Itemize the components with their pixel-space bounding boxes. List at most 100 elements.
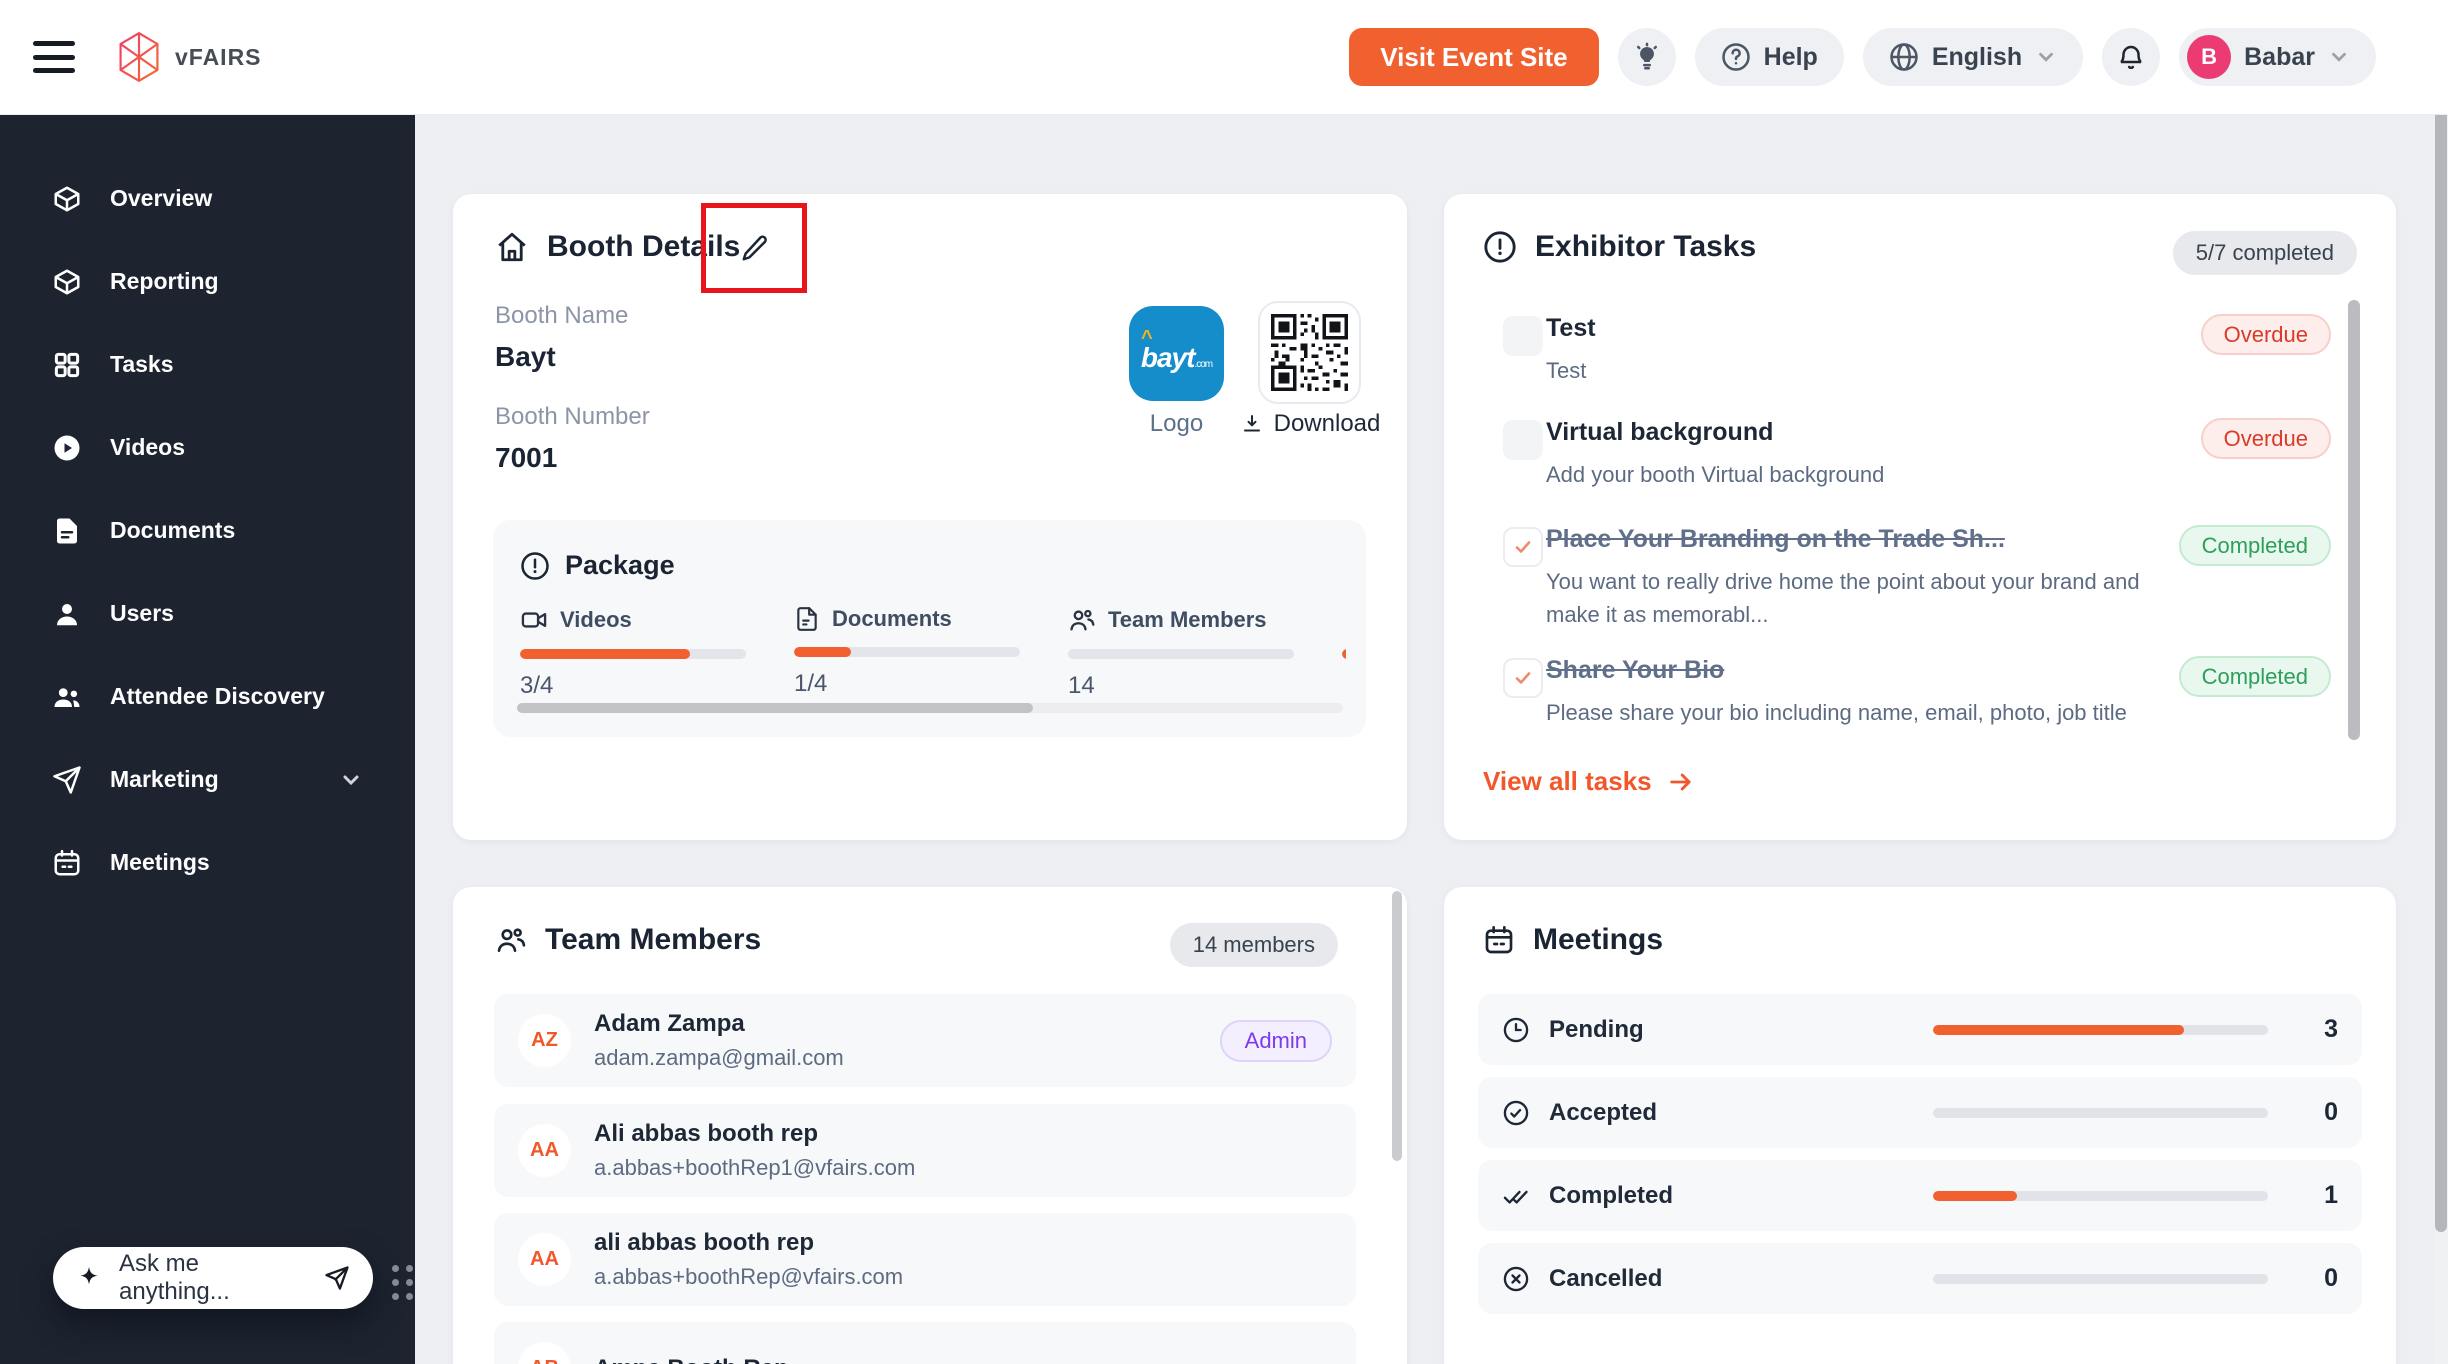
sidebar-item-overview[interactable]: Overview — [0, 157, 415, 240]
sidebar-item-label: Attendee Discovery — [110, 683, 325, 709]
view-all-tasks-link[interactable]: View all tasks — [1483, 766, 1695, 797]
sidebar-item-reporting[interactable]: Reporting — [0, 240, 415, 323]
member-avatar: AZ — [518, 1014, 571, 1067]
clock-icon — [1503, 1017, 1529, 1042]
team-member-row: AZ Adam Zampa adam.zampa@gmail.com Admin — [494, 994, 1356, 1087]
meetings-title: Meetings — [1483, 923, 1663, 957]
progress-bar — [794, 647, 1020, 657]
task-status-badge: Overdue — [2200, 418, 2331, 459]
member-name: Ali abbas booth rep — [594, 1120, 819, 1147]
task-description: Test — [1546, 358, 1587, 383]
task-description: Add your booth Virtual background — [1546, 462, 1885, 487]
progress-bar — [1342, 649, 1346, 659]
team-count-badge: 14 members — [1169, 923, 1338, 967]
user-name: Babar — [2244, 42, 2315, 71]
package-item-label: Team Members — [1108, 607, 1267, 632]
alert-circle-icon — [521, 551, 549, 580]
package-item-label: Videos — [560, 607, 632, 632]
qr-code-image — [1271, 314, 1348, 391]
check-icon — [1515, 672, 1531, 684]
sidebar-item-videos[interactable]: Videos — [0, 406, 415, 489]
meeting-status-row: Pending 3 — [1478, 994, 2362, 1065]
team-title-text: Team Members — [545, 923, 762, 956]
task-checkbox[interactable] — [1503, 658, 1543, 698]
package-item-value: 14 — [1068, 672, 1095, 699]
meeting-status-label: Cancelled — [1549, 1264, 1663, 1292]
meeting-status-label: Accepted — [1549, 1098, 1658, 1126]
ask-placeholder: Ask me anything... — [119, 1250, 230, 1305]
home-icon — [498, 232, 526, 262]
team-scrollbar[interactable] — [1392, 891, 1402, 1161]
booth-number-field: Booth Number 7001 — [495, 403, 650, 474]
task-status-badge: Completed — [2178, 656, 2331, 697]
member-email: adam.zampa@gmail.com — [594, 1045, 844, 1070]
notifications-button[interactable] — [2102, 28, 2161, 86]
sidebar-item-meetings[interactable]: Meetings — [0, 821, 415, 904]
language-selector[interactable]: English — [1862, 28, 2084, 86]
calendar-icon — [54, 849, 80, 875]
play-circle-icon — [54, 435, 80, 460]
task-description: Please share your bio including name, em… — [1546, 700, 2127, 725]
task-checkbox[interactable] — [1503, 316, 1543, 356]
brand-name: vFAIRS — [175, 43, 262, 70]
member-name: ali abbas booth rep — [594, 1229, 815, 1256]
view-all-label: View all tasks — [1483, 766, 1652, 796]
language-label: English — [1931, 42, 2023, 71]
visit-event-site-button[interactable]: Visit Event Site — [1349, 28, 1599, 86]
task-row: Place Your Branding on the Trade Sh... Y… — [1503, 525, 2331, 631]
package-item-value: 1/4 — [794, 670, 828, 697]
task-checkbox[interactable] — [1503, 527, 1543, 567]
meeting-status-row: Cancelled 0 — [1478, 1243, 2362, 1314]
hamburger-menu-icon[interactable] — [33, 41, 75, 73]
task-row: Share Your Bio Please share your bio inc… — [1503, 656, 2331, 729]
progress-bar — [1933, 1273, 2268, 1284]
chevron-down-icon — [343, 775, 359, 785]
page-scrollbar[interactable] — [2434, 0, 2448, 1364]
meeting-status-row: Completed 1 — [1478, 1160, 2362, 1231]
ask-me-anything-input[interactable]: Ask me anything... — [53, 1247, 373, 1309]
sidebar-item-attendee-discovery[interactable]: Attendee Discovery — [0, 655, 415, 738]
team-member-row: AB Amna Booth Rep — [494, 1322, 1356, 1364]
document-icon — [57, 518, 77, 543]
member-email: a.abbas+boothRep1@vfairs.com — [594, 1155, 916, 1180]
x-circle-icon — [1503, 1266, 1529, 1291]
user-menu[interactable]: B Babar — [2179, 28, 2376, 86]
team-members-title: Team Members — [495, 923, 761, 957]
grid-icon — [54, 352, 80, 377]
users-icon — [1070, 609, 1095, 631]
task-checkbox[interactable] — [1503, 420, 1543, 460]
member-avatar: AB — [518, 1342, 571, 1364]
tasks-scrollbar[interactable] — [2348, 300, 2360, 740]
sidebar-nav: Overview Reporting Tasks Videos Document… — [0, 115, 415, 904]
video-camera-icon — [521, 612, 547, 628]
package-horizontal-scrollbar[interactable] — [517, 703, 1343, 713]
logo-caption: Logo — [1149, 410, 1204, 437]
annotation-highlight-box — [701, 203, 807, 293]
meeting-status-label: Pending — [1549, 1015, 1644, 1043]
team-member-row: AA ali abbas booth rep a.abbas+boothRep@… — [494, 1213, 1356, 1306]
send-icon[interactable] — [323, 1264, 351, 1292]
meetings-card: Meetings Pending 3 Accepted 0 Completed … — [1444, 887, 2396, 1364]
tips-button[interactable] — [1617, 28, 1676, 86]
download-qr-button[interactable]: Download — [1215, 410, 1405, 438]
users-icon — [54, 687, 80, 707]
user-avatar: B — [2187, 35, 2232, 79]
sidebar-item-tasks[interactable]: Tasks — [0, 323, 415, 406]
package-item-team-members: Team Members 14 — [1068, 606, 1342, 700]
vfairs-logo[interactable]: vFAIRS — [117, 31, 262, 83]
task-title: Test — [1546, 314, 1596, 342]
sidebar-item-marketing[interactable]: Marketing — [0, 738, 415, 821]
package-item-label-row: Team Members — [1068, 606, 1342, 634]
booth-name-label: Booth Name — [495, 302, 629, 329]
package-item-label-row: Documents — [794, 606, 1068, 632]
booth-logo: ^ bayt.com — [1129, 306, 1224, 401]
package-columns: Videos 3/4 Documents 1/4 Team Members 14 — [520, 606, 1346, 700]
page-scrollbar-thumb[interactable] — [2435, 88, 2447, 1232]
help-button[interactable]: Help — [1694, 28, 1844, 86]
header-actions: Visit Event Site Help English B Babar — [1349, 28, 2376, 86]
tasks-count-badge: 5/7 completed — [2172, 231, 2357, 275]
drag-handle[interactable] — [392, 1265, 413, 1300]
sidebar-item-label: Videos — [110, 434, 185, 460]
sidebar-item-documents[interactable]: Documents — [0, 489, 415, 572]
sidebar-item-users[interactable]: Users — [0, 572, 415, 655]
